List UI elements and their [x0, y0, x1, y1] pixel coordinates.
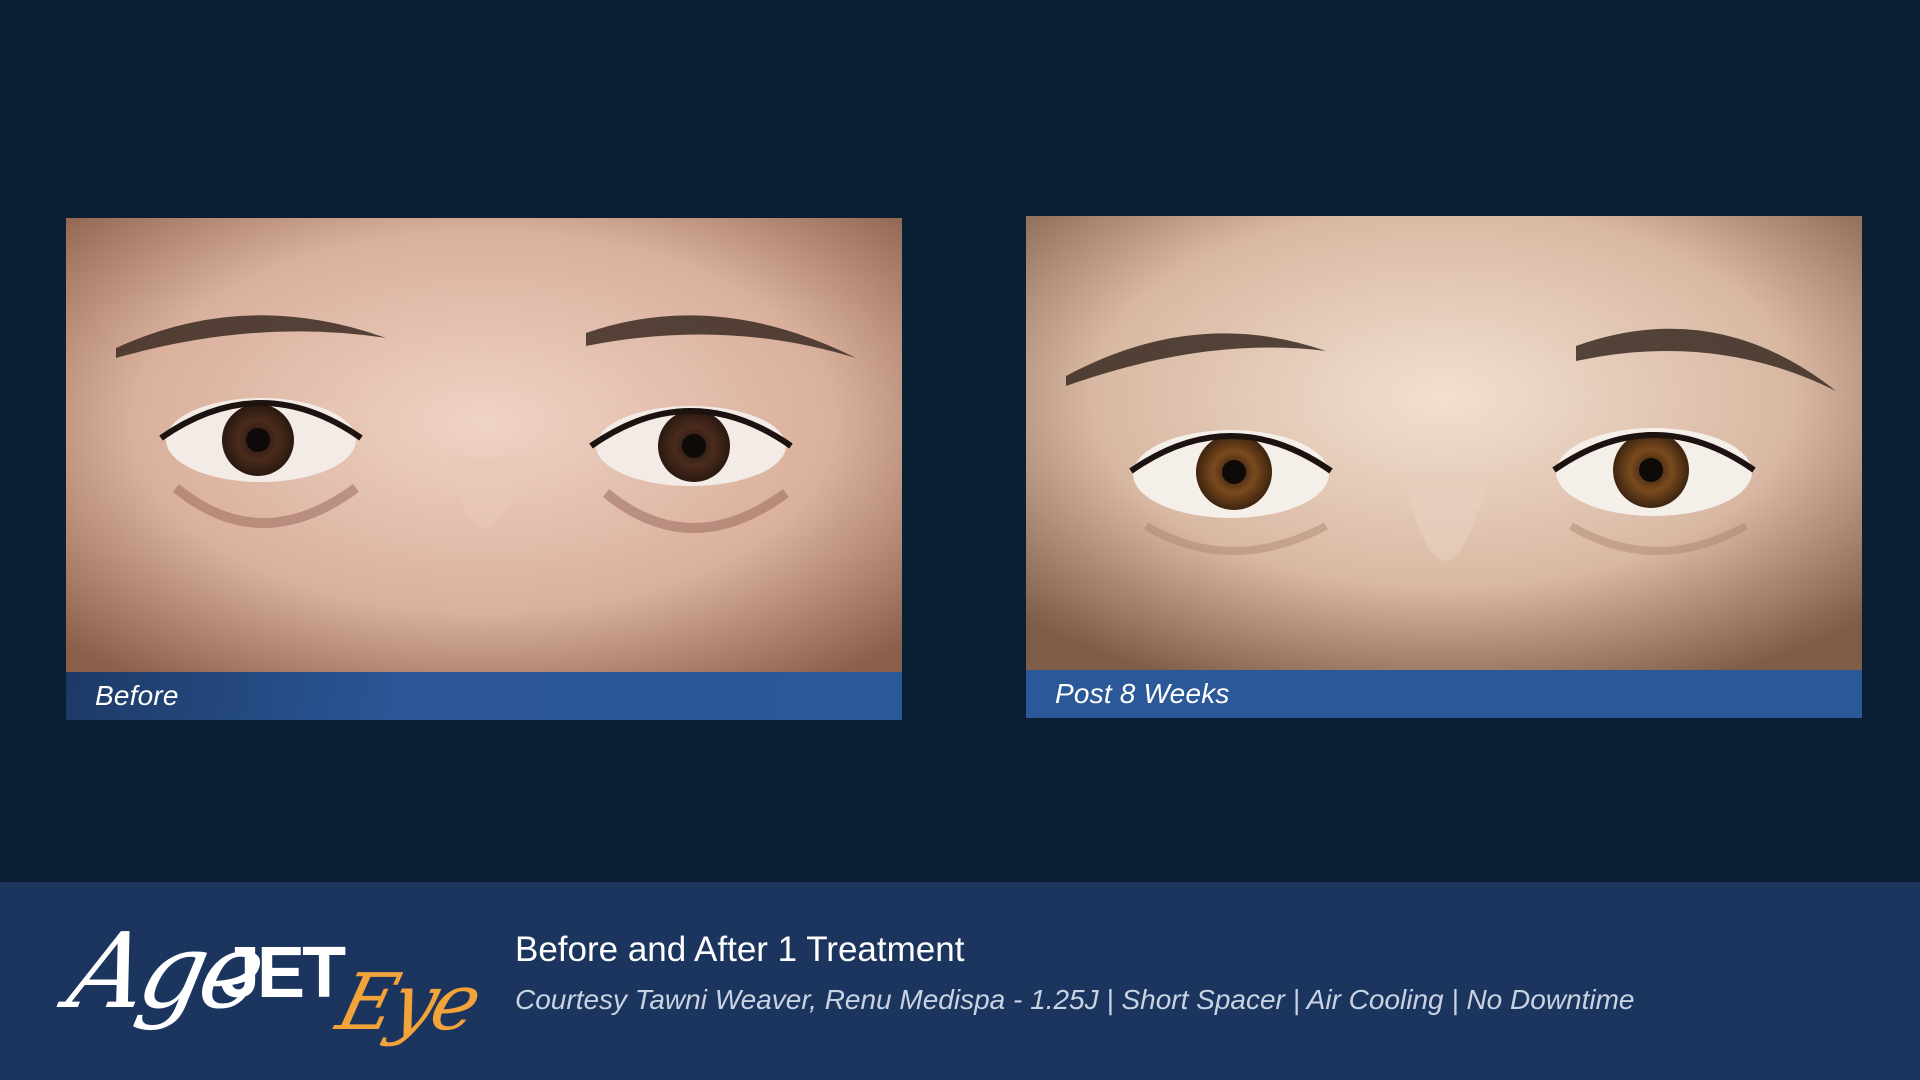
agejet-eye-logo: Age JET Eye [59, 900, 486, 1060]
footer-subtitle: Courtesy Tawni Weaver, Renu Medispa - 1.… [515, 984, 1635, 1015]
before-caption-bar: Before [66, 672, 902, 720]
after-panel: Post 8 Weeks [1026, 216, 1862, 718]
footer-banner: Age JET Eye Before and After 1 Treatment… [0, 882, 1920, 1080]
after-caption-bar: Post 8 Weeks [1026, 670, 1862, 718]
footer-title: Before and After 1 Treatment [515, 930, 965, 969]
before-photo [66, 218, 902, 672]
logo-accent-text: Eye [328, 958, 487, 1048]
after-face-image [1026, 216, 1862, 670]
before-caption: Before [95, 680, 179, 711]
image-stage: Before Post 8 Weeks [0, 0, 1920, 882]
logo-bold-text: JET [220, 933, 346, 1013]
before-face-image [66, 218, 902, 672]
before-panel: Before [66, 218, 902, 720]
after-caption: Post 8 Weeks [1055, 678, 1230, 709]
after-photo [1026, 216, 1862, 670]
